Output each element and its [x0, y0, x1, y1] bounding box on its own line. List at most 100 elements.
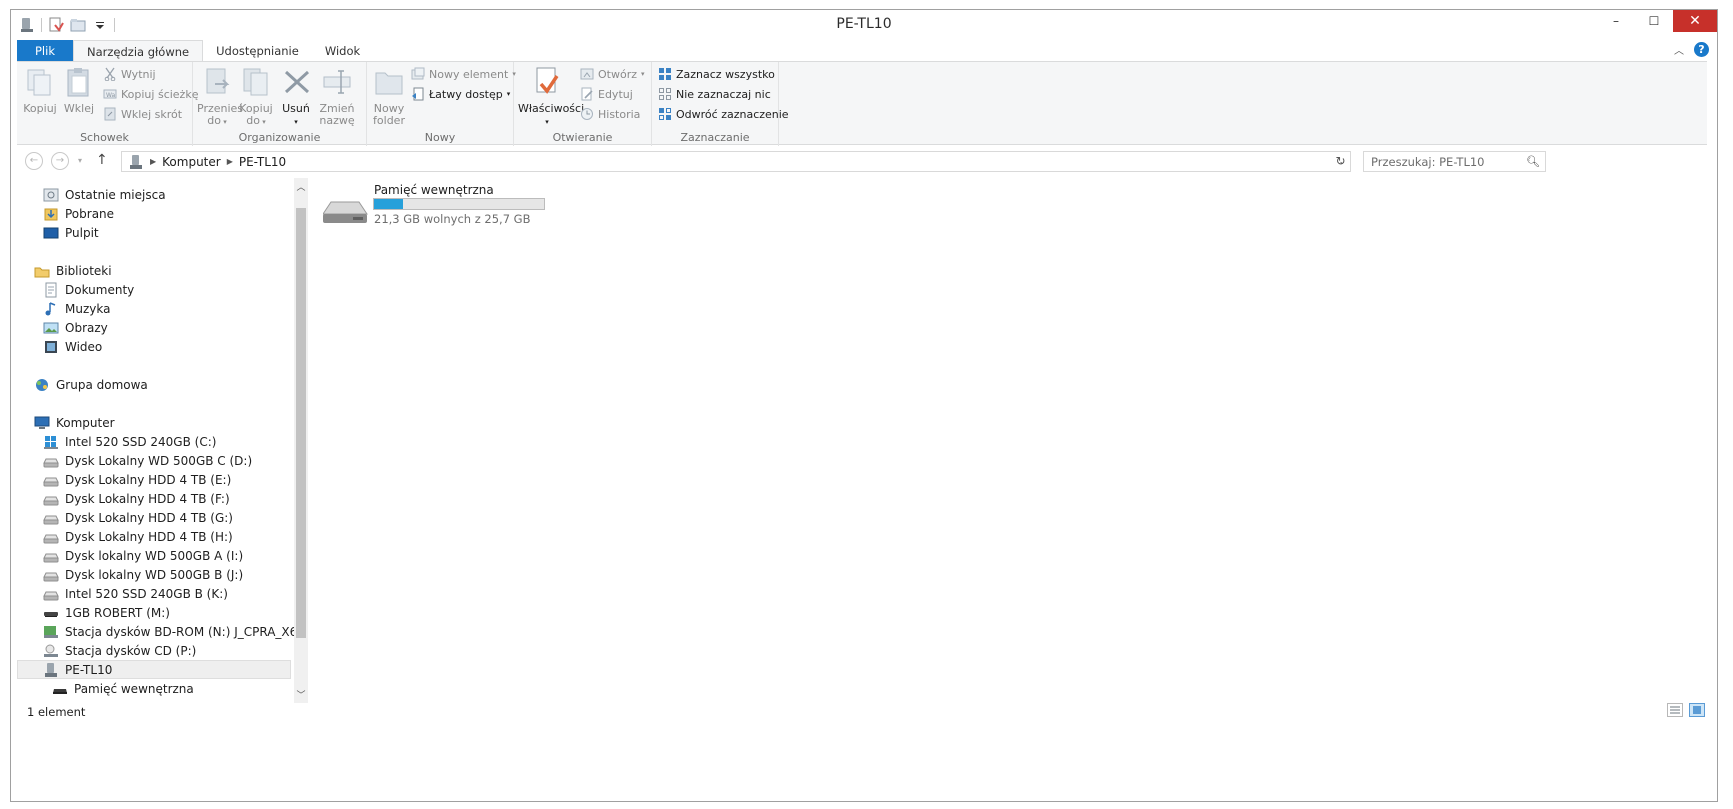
scroll-up-icon[interactable]: ︿	[294, 180, 308, 193]
nav-label: Stacja dysków BD-ROM (N:) J_CPRA_X64FRE_…	[65, 624, 307, 639]
nav-item-computer[interactable]: Komputer	[34, 413, 115, 432]
copy-path-button[interactable]: Wa Kopiuj ścieżkę	[103, 85, 198, 103]
drive-usage-bar	[373, 198, 545, 210]
tab-file[interactable]: Plik	[17, 40, 73, 62]
nav-item-drive[interactable]: Dysk Lokalny HDD 4 TB (F:)	[43, 489, 230, 508]
copy-to-button[interactable]: Kopiuj do ▾	[239, 66, 273, 128]
paste-icon	[63, 66, 95, 98]
nav-label: PE-TL10	[65, 662, 113, 677]
nav-item-drive[interactable]: Intel 520 SSD 240GB B (K:)	[43, 584, 228, 603]
up-button[interactable]: ↑	[96, 152, 108, 168]
new-item-button[interactable]: Nowy element ▾	[411, 65, 516, 83]
nav-item-videos[interactable]: Wideo	[43, 337, 102, 356]
address-bar[interactable]: ▶ Komputer ▶ PE-TL10 ⌄	[121, 151, 1351, 172]
nav-item-drive[interactable]: Intel 520 SSD 240GB (C:)	[43, 432, 216, 451]
nav-item-drive[interactable]: 1GB ROBERT (M:)	[43, 603, 170, 622]
nav-item-drive[interactable]: Dysk lokalny WD 500GB A (I:)	[43, 546, 243, 565]
move-to-button[interactable]: Przenieś do ▾	[197, 66, 243, 128]
nav-item-recent-places[interactable]: Ostatnie miejsca	[43, 185, 166, 204]
hard-drive-icon	[43, 472, 59, 488]
tab-view[interactable]: Widok	[312, 40, 373, 62]
select-none-icon	[658, 87, 672, 101]
nav-label: Biblioteki	[56, 263, 112, 278]
cut-button[interactable]: Wytnij	[103, 65, 156, 83]
nav-item-drive[interactable]: Dysk Lokalny HDD 4 TB (E:)	[43, 470, 231, 489]
delete-button[interactable]: Usuń ▾	[281, 66, 311, 128]
close-button[interactable]: ✕	[1673, 10, 1717, 32]
open-label: Otwórz	[598, 67, 637, 81]
nav-item-drive[interactable]: Dysk Lokalny HDD 4 TB (G:)	[43, 508, 233, 527]
help-icon[interactable]: ?	[1694, 42, 1709, 57]
nav-item-drive[interactable]: Dysk lokalny WD 500GB B (J:)	[43, 565, 243, 584]
nav-item-documents[interactable]: Dokumenty	[43, 280, 134, 299]
collapse-ribbon-icon[interactable]: ︿	[1674, 42, 1684, 57]
nav-label: Dysk Lokalny HDD 4 TB (G:)	[65, 510, 233, 525]
drive-free-space: 21,3 GB wolnych z 25,7 GB	[374, 212, 531, 226]
nav-label: 1GB ROBERT (M:)	[65, 605, 170, 620]
nav-label: Muzyka	[65, 301, 111, 316]
select-none-button[interactable]: Nie zaznaczaj nic	[658, 85, 771, 103]
properties-button[interactable]: Właściwości ▾	[518, 66, 584, 128]
details-view-icon[interactable]	[1667, 703, 1683, 717]
paste-shortcut-button[interactable]: Wklej skrót	[103, 105, 182, 123]
recent-locations-icon[interactable]: ▾	[78, 156, 82, 165]
hard-drive-icon	[43, 510, 59, 526]
storage-drive-icon	[52, 681, 68, 697]
group-clipboard: Kopiuj Wklej Wytnij Wa Kopiuj ścieżkę Wk…	[17, 62, 198, 146]
easy-access-button[interactable]: Łatwy dostęp ▾	[411, 85, 510, 103]
new-folder-button[interactable]: Nowy folder	[373, 66, 405, 127]
search-icon[interactable]: 🔍︎	[1526, 155, 1540, 168]
move-to-label-2: do	[207, 114, 221, 127]
nav-item-desktop[interactable]: Pulpit	[43, 223, 99, 242]
tab-home[interactable]: Narzędzia główne	[73, 40, 204, 62]
open-button[interactable]: Otwórz ▾	[580, 65, 645, 83]
nav-item-internal-storage[interactable]: Pamięć wewnętrzna	[52, 679, 194, 698]
refresh-button[interactable]: ↻	[1331, 151, 1351, 172]
breadcrumb-current[interactable]: PE-TL10	[233, 155, 292, 169]
history-button[interactable]: Historia	[580, 105, 640, 123]
select-all-button[interactable]: Zaznacz wszystko	[658, 65, 775, 83]
nav-item-music[interactable]: Muzyka	[43, 299, 110, 318]
hard-drive-icon	[43, 529, 59, 545]
tab-share[interactable]: Udostępnianie	[203, 40, 312, 62]
nav-item-libraries[interactable]: Biblioteki	[34, 261, 112, 280]
status-item-count: 1 element	[27, 705, 86, 719]
nav-item-drive[interactable]: Stacja dysków BD-ROM (N:) J_CPRA_X64FRE_…	[43, 622, 307, 641]
nav-label: Stacja dysków CD (P:)	[65, 643, 197, 658]
large-icons-view-icon[interactable]	[1689, 703, 1705, 717]
minimize-button[interactable]: –	[1597, 10, 1635, 32]
scissors-icon	[103, 67, 117, 82]
copy-button[interactable]: Kopiuj	[23, 66, 57, 115]
paste-button[interactable]: Wklej	[63, 66, 95, 115]
maximize-button[interactable]: ☐	[1635, 10, 1673, 32]
nav-item-pictures[interactable]: Obrazy	[43, 318, 108, 337]
svg-text:Wa: Wa	[106, 92, 116, 99]
paste-shortcut-label: Wklej skrót	[121, 107, 183, 121]
nav-item-homegroup[interactable]: Grupa domowa	[34, 375, 148, 394]
nav-scrollbar[interactable]: ︿ ﹀	[294, 178, 308, 703]
copy-label: Kopiuj	[23, 102, 57, 115]
properties-check-icon	[531, 66, 563, 98]
nav-item-downloads[interactable]: Pobrane	[43, 204, 114, 223]
nav-label: Intel 520 SSD 240GB B (K:)	[65, 586, 228, 601]
search-input[interactable]: Przeszukaj: PE-TL10 🔍︎	[1363, 151, 1546, 172]
nav-item-drive[interactable]: Dysk Lokalny HDD 4 TB (H:)	[43, 527, 233, 546]
forward-button[interactable]: →	[51, 152, 69, 170]
select-none-label: Nie zaznaczaj nic	[676, 87, 771, 101]
invert-selection-button[interactable]: Odwróć zaznaczenie	[658, 105, 789, 123]
drive-tile[interactable]: Pamięć wewnętrzna 21,3 GB wolnych z 25,7…	[321, 178, 561, 234]
nav-item-drive[interactable]: Dysk Lokalny WD 500GB C (D:)	[43, 451, 252, 470]
scroll-down-icon[interactable]: ﹀	[294, 688, 308, 701]
nav-item-drive[interactable]: PE-TL10	[17, 660, 291, 679]
nav-item-drive[interactable]: Stacja dysków CD (P:)	[43, 641, 196, 660]
history-label: Historia	[598, 107, 641, 121]
edit-icon	[580, 87, 594, 101]
invert-selection-label: Odwróć zaznaczenie	[676, 107, 789, 121]
new-folder-label-2: folder	[373, 114, 405, 127]
back-button[interactable]: ←	[25, 152, 43, 170]
edit-button[interactable]: Edytuj	[580, 85, 633, 103]
breadcrumb-computer[interactable]: Komputer	[156, 155, 227, 169]
scrollbar-thumb[interactable]	[296, 208, 306, 638]
nav-label: Ostatnie miejsca	[65, 187, 166, 202]
rename-button[interactable]: Zmień nazwę	[319, 66, 355, 127]
